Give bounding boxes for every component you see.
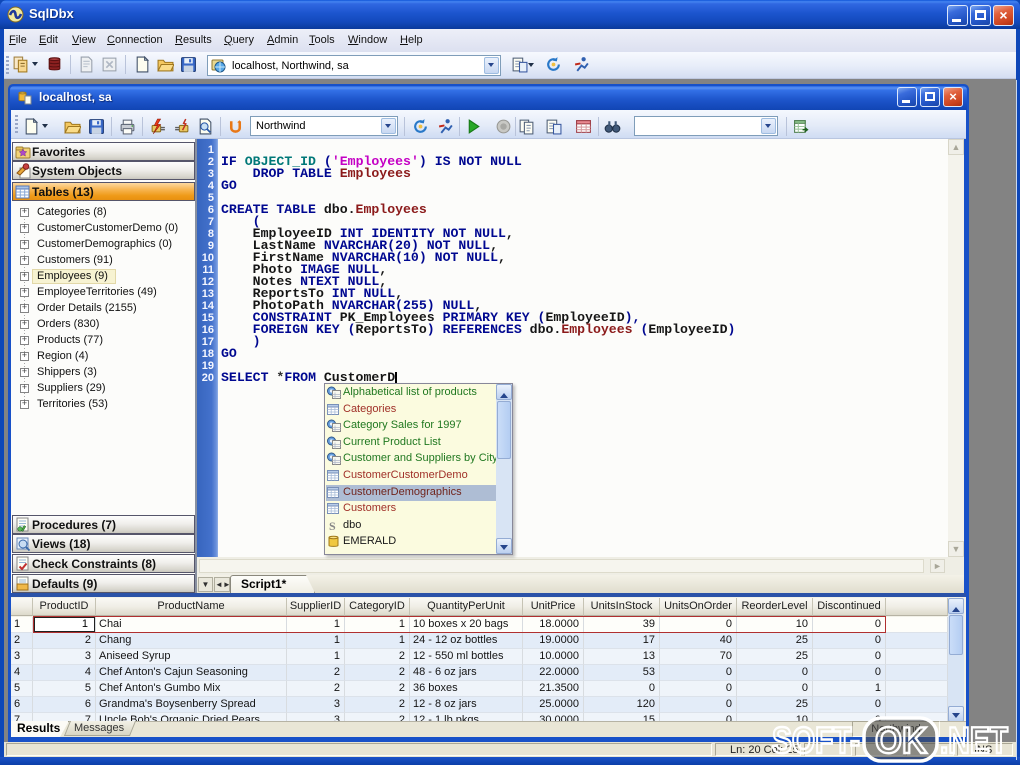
svg-text:S: S — [329, 519, 336, 532]
svg-text:SOFT-: SOFT- — [772, 720, 860, 761]
svg-text:OK: OK — [875, 720, 927, 761]
svg-text:.NET: .NET — [940, 720, 1008, 761]
